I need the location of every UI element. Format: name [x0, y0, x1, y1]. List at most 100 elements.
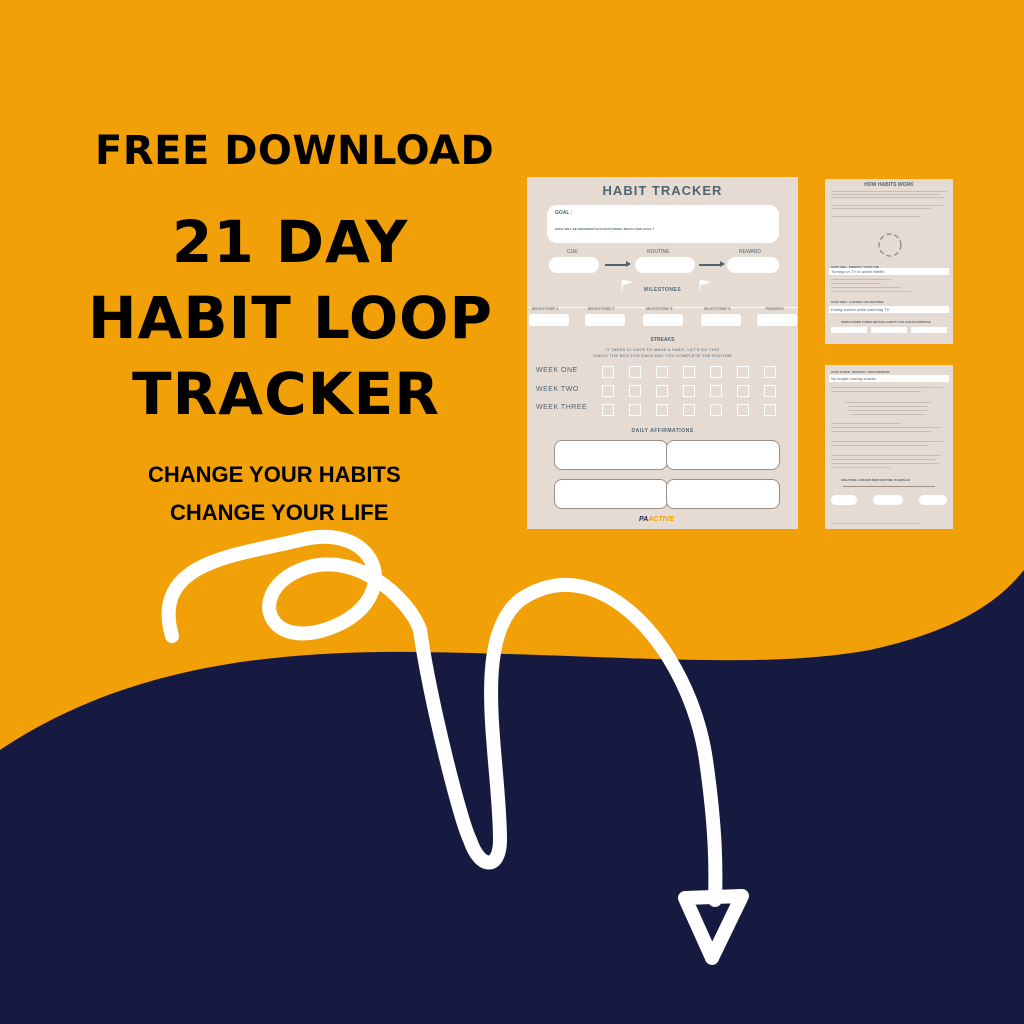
streak-checkbox — [683, 404, 695, 416]
text-line — [831, 291, 911, 292]
affirmation-bubble — [666, 479, 780, 509]
text-line — [831, 194, 941, 195]
streak-checkbox — [629, 366, 641, 378]
streak-checkbox — [629, 404, 641, 416]
goal-label: GOAL : — [555, 210, 573, 216]
free-download-heading: FREE DOWNLOAD — [95, 128, 495, 174]
goal-question: WHAT WILL BE DIFFERENT IN 60 DAYS WHEN I… — [555, 227, 655, 231]
step-two-label: STEP TWO : CHANGE THE ROUTINE — [831, 300, 884, 304]
routine-label: ROUTINE — [647, 249, 670, 255]
affirmation-bubble — [666, 440, 780, 470]
cue-label: CUE — [567, 249, 578, 255]
milestone-box — [643, 314, 683, 326]
milestone-reward-label: REWARD — [765, 306, 785, 311]
text-line — [851, 414, 925, 415]
affirmations-title: DAILY AFFIRMATIONS — [631, 428, 694, 434]
streaks-subtitle-2: CHECK THE BOX FOR EACH DAY YOU COMPLETE … — [592, 353, 733, 358]
habit-loop-icon — [878, 233, 902, 257]
cue-value: Turning on TV to watch Netflix — [829, 268, 949, 275]
cue-pill — [549, 257, 599, 273]
milestone-box — [757, 314, 797, 326]
affirmation-bubble — [554, 479, 668, 509]
affirmation-bubble — [554, 440, 668, 470]
brand-logo: PAACTIVE — [639, 516, 674, 523]
write-habits-label: WRITE DOWN THREE BETTER HABITS YOU CAN D… — [841, 320, 931, 324]
streak-checkbox — [737, 404, 749, 416]
text-line — [849, 406, 927, 407]
milestone-2-label: MILESTONE 2 — [587, 306, 616, 311]
title-line-3: TRACKER — [132, 360, 440, 428]
text-line — [831, 208, 931, 209]
habit-box — [871, 327, 907, 333]
streak-checkbox — [764, 385, 776, 397]
formula-line — [843, 486, 935, 487]
streak-checkbox — [710, 366, 722, 378]
step-three-label: STEP THREE : IDENTIFY YOUR REWARD — [831, 370, 890, 374]
streak-checkbox — [764, 404, 776, 416]
text-line — [831, 197, 945, 198]
goal-box: GOAL : WHAT WILL BE DIFFERENT IN 60 DAYS… — [547, 205, 779, 243]
text-line — [831, 445, 927, 446]
text-line — [831, 279, 891, 280]
reward-pill — [727, 257, 779, 273]
week-two-label: WEEK TWO — [536, 386, 579, 393]
streak-checkbox — [656, 385, 668, 397]
milestone-4-label: MILESTONE 4 — [703, 306, 732, 311]
streak-checkbox — [602, 366, 614, 378]
text-line — [831, 423, 901, 424]
streak-checkbox — [629, 385, 641, 397]
text-line — [831, 387, 943, 388]
text-line — [831, 427, 941, 428]
routine-value: Eating snacks while watching TV — [829, 306, 949, 313]
milestone-1-label: MILESTONE 1 — [531, 306, 560, 311]
streak-checkbox — [602, 385, 614, 397]
how-habits-work-sheet: HOW HABITS WORK STEP ONE : IDENTIFY YOUR… — [825, 179, 953, 344]
streak-checkbox — [602, 404, 614, 416]
streak-checkbox — [656, 404, 668, 416]
routine-pill — [635, 257, 695, 273]
text-line — [831, 431, 931, 432]
streak-checkbox — [683, 385, 695, 397]
text-line — [831, 205, 943, 206]
title-line-2: HABIT LOOP — [88, 284, 493, 352]
streak-checkbox — [710, 404, 722, 416]
reward-sheet: STEP THREE : IDENTIFY YOUR REWARD No lon… — [825, 365, 953, 529]
flow-arrow-icon — [605, 261, 631, 267]
logo-part-a: PA — [639, 516, 649, 523]
text-line — [831, 463, 939, 464]
text-line — [847, 410, 929, 411]
tracker-title: HABIT TRACKER — [602, 183, 723, 198]
streak-checkbox — [656, 366, 668, 378]
habit-box — [911, 327, 947, 333]
tagline-1: CHANGE YOUR HABITS — [148, 462, 401, 487]
milestone-box — [701, 314, 741, 326]
text-line — [831, 455, 941, 456]
formula-label: CREATING A BRAND NEW ROUTINE IS SIMILAR — [841, 478, 910, 482]
tagline-2: CHANGE YOUR LIFE — [170, 500, 389, 525]
cue-pill — [831, 495, 857, 505]
milestone-box — [529, 314, 569, 326]
how-habits-title: HOW HABITS WORK — [864, 182, 914, 188]
flag-icon — [621, 279, 633, 291]
reward-value: No longer craving snacks — [829, 375, 949, 382]
streaks-subtitle: IT TAKES 21 DAYS TO MAKE A HABIT, LET'S … — [527, 347, 798, 359]
week-three-label: WEEK THREE — [536, 404, 588, 411]
milestones-title: MILESTONES — [643, 287, 682, 293]
text-line — [831, 191, 947, 192]
flow-arrow-icon — [699, 261, 725, 267]
streaks-title: STREAKS — [650, 337, 675, 343]
reward-pill — [919, 495, 947, 505]
habit-box — [831, 327, 867, 333]
text-line — [831, 459, 935, 460]
text-line — [831, 441, 943, 442]
streak-checkbox — [737, 366, 749, 378]
streak-checkbox — [710, 385, 722, 397]
streak-checkbox — [764, 366, 776, 378]
text-line — [845, 402, 931, 403]
title-line-1: 21 DAY — [172, 208, 409, 276]
week-one-label: WEEK ONE — [536, 367, 578, 374]
streak-checkbox — [683, 366, 695, 378]
reward-label: REWARD — [739, 249, 762, 255]
milestone-3-label: MILESTONE 3 — [645, 306, 674, 311]
habit-tracker-sheet: HABIT TRACKER GOAL : WHAT WILL BE DIFFER… — [527, 177, 798, 529]
